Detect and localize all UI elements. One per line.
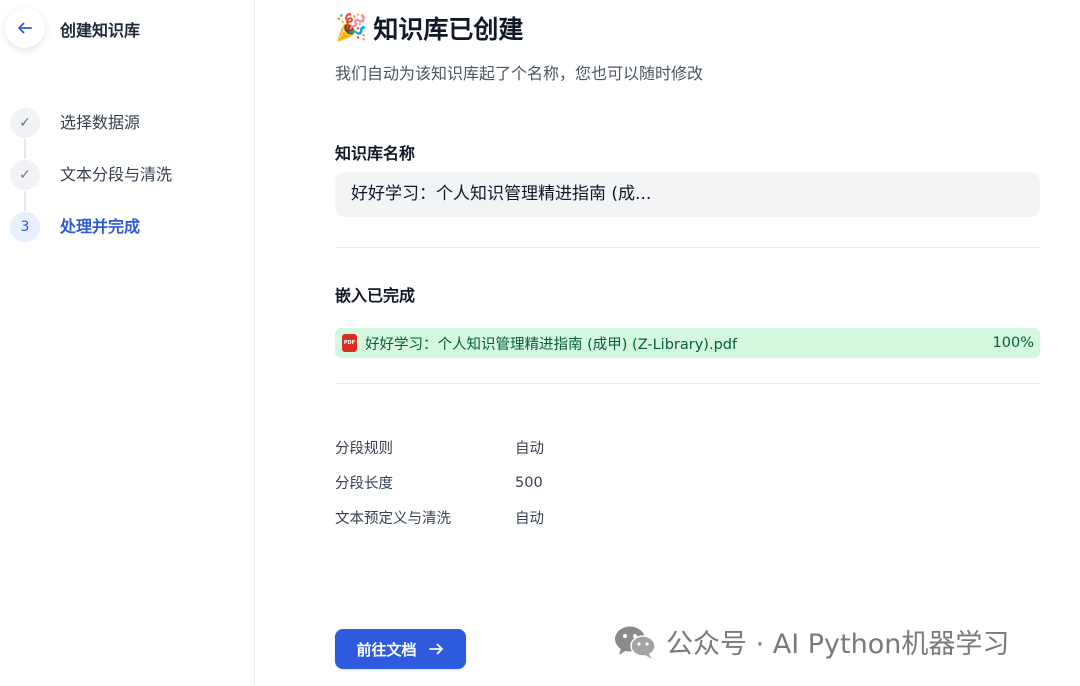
- step-check-icon: ✓: [10, 160, 40, 190]
- setting-key: 文本预定义与清洗: [335, 511, 451, 527]
- file-progress-percent: 100%: [992, 335, 1034, 351]
- watermark: 公众号 · AI Python机器学习: [614, 622, 1009, 661]
- step-list: ✓ 选择数据源 ✓ 文本分段与清洗 3 处理并完成: [10, 108, 172, 264]
- step-connector: [24, 139, 26, 159]
- embed-status-label: 嵌入已完成: [335, 286, 416, 305]
- divider: [335, 247, 1040, 248]
- setting-row: 分段规则 自动: [335, 430, 544, 465]
- arrow-right-icon: [428, 643, 443, 655]
- main-content: 🎉 知识库已创建 我们自动为该知识库起了个名称，您也可以随时修改 知识库名称 好…: [335, 0, 1041, 686]
- settings-summary: 分段规则 自动 分段长度 500 文本预定义与清洗 自动: [335, 430, 544, 535]
- step-label: 文本分段与清洗: [60, 165, 173, 184]
- setting-row: 分段长度 500: [335, 465, 544, 500]
- divider: [335, 383, 1040, 384]
- setting-key: 分段长度: [335, 476, 393, 492]
- go-to-documents-button[interactable]: 前往文档: [335, 629, 466, 669]
- wechat-icon: [615, 626, 656, 659]
- setting-value: 自动: [515, 441, 544, 457]
- sidebar-title: 创建知识库: [60, 21, 141, 40]
- setting-row: 文本预定义与清洗 自动: [335, 500, 544, 535]
- arrow-left-icon: [18, 22, 32, 34]
- step-number: 3: [10, 212, 40, 242]
- go-to-documents-label: 前往文档: [356, 640, 417, 659]
- kb-name-input[interactable]: 好好学习：个人知识管理精进指南 (成...: [335, 172, 1040, 217]
- pdf-icon: PDF: [342, 334, 357, 352]
- step-process-finish: 3 处理并完成: [10, 212, 172, 264]
- step-check-icon: ✓: [10, 108, 40, 138]
- page-title: 知识库已创建: [373, 15, 524, 44]
- sidebar: 创建知识库 ✓ 选择数据源 ✓ 文本分段与清洗 3 处理并完成: [0, 0, 255, 686]
- party-popper-icon: 🎉: [335, 13, 368, 43]
- title-row: 🎉 知识库已创建: [335, 10, 523, 46]
- setting-key: 分段规则: [335, 441, 393, 457]
- file-name: 好好学习：个人知识管理精进指南 (成甲) (Z-Library).pdf: [365, 336, 738, 353]
- step-select-source: ✓ 选择数据源: [10, 108, 172, 160]
- page-subtitle: 我们自动为该知识库起了个名称，您也可以随时修改: [335, 64, 704, 83]
- step-label: 选择数据源: [60, 113, 141, 132]
- file-progress-row: PDF 好好学习：个人知识管理精进指南 (成甲) (Z-Library).pdf…: [335, 328, 1040, 358]
- step-connector: [24, 191, 26, 211]
- watermark-text: 公众号 · AI Python机器学习: [666, 629, 1010, 660]
- kb-name-label: 知识库名称: [335, 144, 416, 163]
- step-label: 处理并完成: [60, 217, 141, 236]
- setting-value: 500: [515, 474, 543, 491]
- step-segment-clean: ✓ 文本分段与清洗: [10, 160, 172, 212]
- back-button[interactable]: [5, 8, 45, 48]
- setting-value: 自动: [515, 511, 544, 527]
